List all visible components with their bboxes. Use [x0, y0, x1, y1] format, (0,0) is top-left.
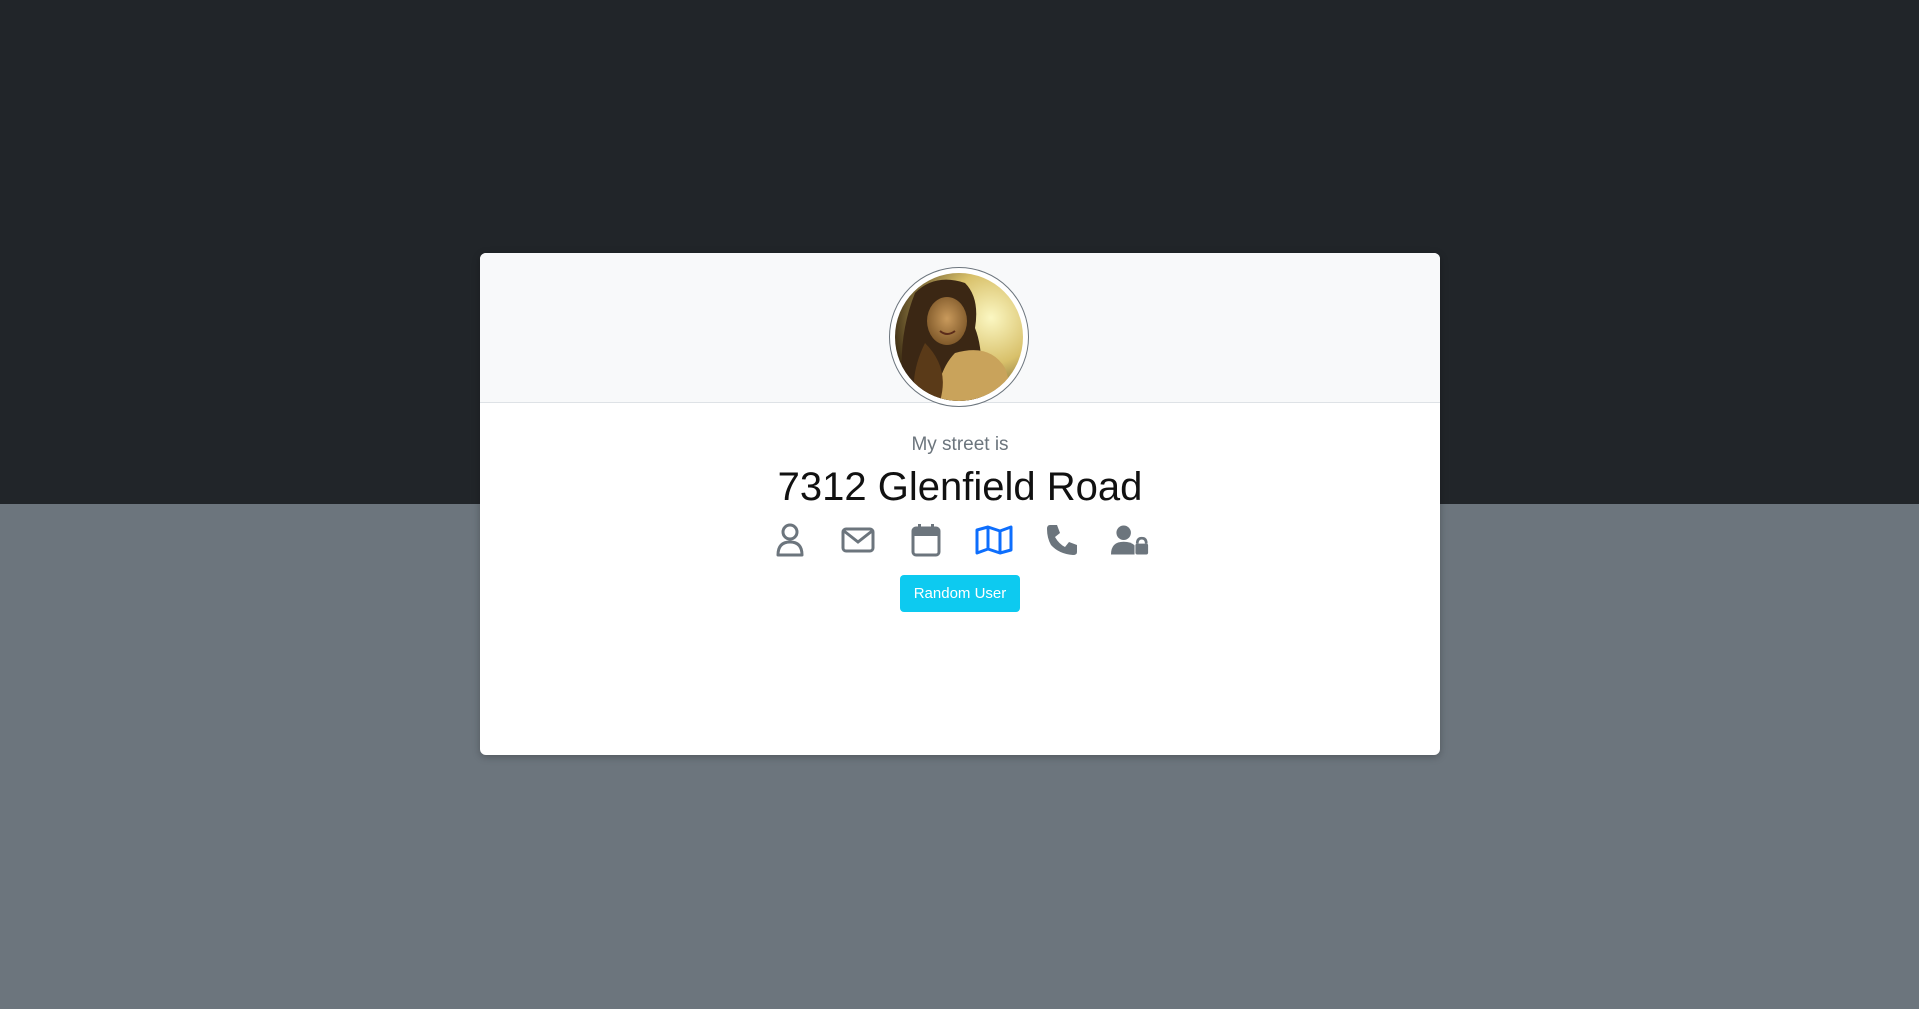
map-icon[interactable]	[975, 521, 1013, 559]
info-icon-bar	[480, 521, 1440, 559]
avatar-photo	[895, 273, 1023, 401]
phone-icon[interactable]	[1043, 521, 1081, 559]
phone-icon-glyph	[1047, 525, 1077, 555]
user-lock-icon-glyph	[1111, 525, 1149, 555]
calendar-icon-glyph	[911, 524, 941, 557]
info-value: 7312 Glenfield Road	[777, 465, 1143, 509]
user-icon[interactable]	[771, 521, 809, 559]
calendar-icon[interactable]	[907, 521, 945, 559]
user-lock-icon[interactable]	[1111, 521, 1149, 559]
card-body: My street is 7312 Glenfield Road Random …	[480, 403, 1440, 612]
user-card: My street is 7312 Glenfield Road Random …	[480, 253, 1440, 755]
avatar	[889, 267, 1029, 407]
envelope-icon[interactable]	[839, 521, 877, 559]
info-label: My street is	[911, 434, 1009, 455]
avatar-image	[895, 273, 1023, 401]
user-icon-glyph	[776, 523, 804, 557]
random-user-button[interactable]: Random User	[899, 575, 1021, 612]
map-icon-glyph	[975, 525, 1013, 555]
card-header	[480, 253, 1440, 407]
envelope-icon-glyph	[841, 527, 875, 553]
